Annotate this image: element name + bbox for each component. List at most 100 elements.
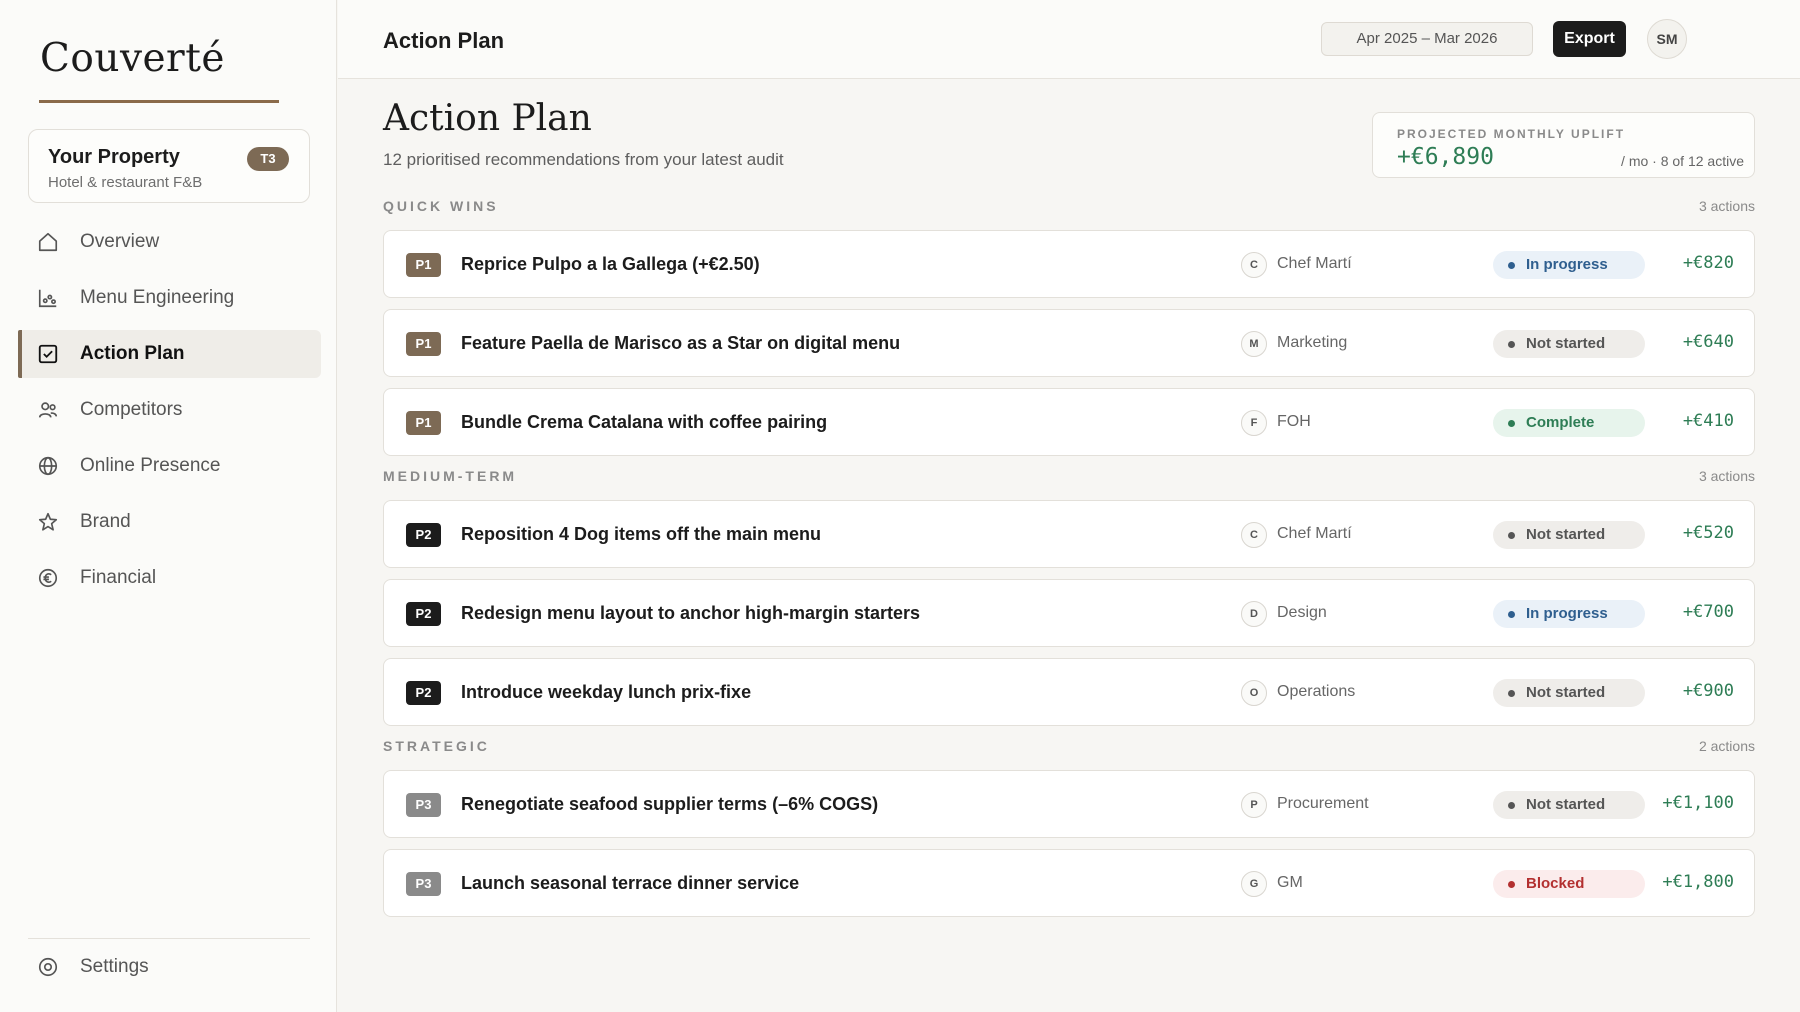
section-count: 2 actions [1698, 738, 1755, 754]
status-badge[interactable]: In progress [1493, 600, 1645, 628]
owner-avatar: P [1241, 792, 1267, 818]
section-header-quick-wins: QUICK WINS 3 actions [383, 198, 1755, 216]
divider [28, 938, 310, 939]
sidebar: Couverté Your Property Hotel & restauran… [0, 0, 337, 1012]
settings-icon [36, 955, 60, 979]
uplift-amount: +€410 [1682, 411, 1734, 431]
sidebar-item-online-presence[interactable]: Online Presence [18, 442, 321, 490]
uplift-amount: +€820 [1682, 253, 1734, 273]
action-row[interactable]: P2 Introduce weekday lunch prix-fixe O O… [383, 658, 1755, 726]
sidebar-item-label: Overview [80, 231, 160, 252]
sidebar-item-action-plan[interactable]: Action Plan [18, 330, 321, 378]
uplift-amount: +€700 [1682, 602, 1734, 622]
globe-icon [36, 454, 60, 478]
star-icon [36, 510, 60, 534]
home-icon [36, 230, 60, 254]
action-row[interactable]: P3 Launch seasonal terrace dinner servic… [383, 849, 1755, 917]
page-header-title: Action Plan [383, 28, 505, 53]
sidebar-item-competitors[interactable]: Competitors [18, 386, 321, 434]
action-title: Bundle Crema Catalana with coffee pairin… [461, 412, 828, 432]
action-title: Introduce weekday lunch prix-fixe [461, 682, 752, 702]
action-row[interactable]: P2 Reposition 4 Dog items off the main m… [383, 500, 1755, 568]
action-title: Reprice Pulpo a la Gallega (+€2.50) [461, 254, 760, 274]
owner-name: Chef Martí [1277, 255, 1352, 272]
sidebar-item-label: Settings [80, 956, 149, 977]
sidebar-item-overview[interactable]: Overview [18, 218, 321, 266]
action-row[interactable]: P1 Bundle Crema Catalana with coffee pai… [383, 388, 1755, 456]
action-row[interactable]: P1 Reprice Pulpo a la Gallega (+€2.50) C… [383, 230, 1755, 298]
owner-name: FOH [1277, 413, 1311, 430]
owner-name: Operations [1277, 683, 1356, 700]
action-row[interactable]: P3 Renegotiate seafood supplier terms (–… [383, 770, 1755, 838]
tier-badge: T3 [247, 147, 289, 171]
priority-badge: P1 [406, 332, 441, 356]
avatar[interactable]: SM [1647, 19, 1687, 59]
action-title: Reposition 4 Dog items off the main menu [461, 524, 822, 544]
status-badge[interactable]: Not started [1493, 330, 1645, 358]
page-title: Action Plan [383, 98, 592, 139]
priority-badge: P3 [406, 793, 441, 817]
sidebar-item-financial[interactable]: Financial [18, 554, 321, 602]
priority-badge: P3 [406, 872, 441, 896]
owner-name: Design [1277, 604, 1327, 621]
uplift-amount: +€900 [1682, 681, 1734, 701]
section-count: 3 actions [1698, 468, 1755, 484]
section-title: STRATEGIC [383, 738, 490, 754]
uplift-value: +€6,890 [1397, 144, 1494, 170]
page-heading: Action Plan [383, 98, 592, 139]
page-subtitle: 12 prioritised recommendations from your… [383, 150, 784, 169]
property-name: Your Property [48, 146, 180, 168]
property-type: Hotel & restaurant F&B [48, 174, 203, 191]
uplift-meta: / mo · 8 of 12 active [1621, 153, 1744, 169]
sidebar-item-label: Action Plan [80, 343, 185, 364]
sidebar-item-label: Online Presence [80, 455, 221, 476]
priority-badge: P2 [406, 602, 441, 626]
action-row[interactable]: P2 Redesign menu layout to anchor high-m… [383, 579, 1755, 647]
sidebar-item-label: Menu Engineering [80, 287, 235, 308]
sidebar-item-brand[interactable]: Brand [18, 498, 321, 546]
section-title: QUICK WINS [383, 198, 499, 214]
action-title: Launch seasonal terrace dinner service [461, 873, 800, 893]
users-icon [36, 398, 60, 422]
priority-badge: P1 [406, 253, 441, 277]
status-badge[interactable]: Blocked [1493, 870, 1645, 898]
status-badge[interactable]: Not started [1493, 679, 1645, 707]
uplift-amount: +€520 [1682, 523, 1734, 543]
owner-avatar: O [1241, 680, 1267, 706]
sidebar-item-settings[interactable]: Settings [36, 955, 149, 979]
action-row[interactable]: P1 Feature Paella de Marisco as a Star o… [383, 309, 1755, 377]
status-badge[interactable]: Complete [1493, 409, 1645, 437]
export-button[interactable]: Export [1553, 21, 1626, 57]
sidebar-item-label: Financial [80, 567, 157, 588]
priority-badge: P2 [406, 523, 441, 547]
uplift-amount: +€640 [1682, 332, 1734, 352]
owner-name: Marketing [1277, 334, 1348, 351]
sidebar-item-menu-engineering[interactable]: Menu Engineering [18, 274, 321, 322]
priority-badge: P2 [406, 681, 441, 705]
uplift-amount: +€1,100 [1662, 793, 1734, 813]
owner-name: GM [1277, 874, 1303, 891]
brand-logo[interactable]: Couverté [40, 36, 225, 81]
owner-avatar: G [1241, 871, 1267, 897]
checkbox-icon [36, 342, 60, 366]
owner-name: Chef Martí [1277, 525, 1352, 542]
top-bar: Action Plan Apr 2025 – Mar 2026 Export S… [338, 0, 1800, 79]
sidebar-item-label: Competitors [80, 399, 183, 420]
status-badge[interactable]: Not started [1493, 791, 1645, 819]
section-title: MEDIUM-TERM [383, 468, 518, 484]
property-switcher[interactable]: Your Property Hotel & restaurant F&B T3 [28, 129, 310, 203]
owner-avatar: M [1241, 331, 1267, 357]
uplift-card: PROJECTED MONTHLY UPLIFT +€6,890 / mo · … [1372, 112, 1755, 178]
action-title: Redesign menu layout to anchor high-marg… [461, 603, 921, 623]
action-title: Renegotiate seafood supplier terms (–6% … [461, 794, 879, 814]
date-range-picker[interactable]: Apr 2025 – Mar 2026 [1321, 22, 1533, 56]
owner-avatar: C [1241, 252, 1267, 278]
status-badge[interactable]: Not started [1493, 521, 1645, 549]
section-header-medium-term: MEDIUM-TERM 3 actions [383, 468, 1755, 486]
logo-underline [39, 100, 279, 103]
section-header-strategic: STRATEGIC 2 actions [383, 738, 1755, 756]
status-badge[interactable]: In progress [1493, 251, 1645, 279]
owner-avatar: F [1241, 410, 1267, 436]
euro-icon [36, 566, 60, 590]
sidebar-item-label: Brand [80, 511, 131, 532]
